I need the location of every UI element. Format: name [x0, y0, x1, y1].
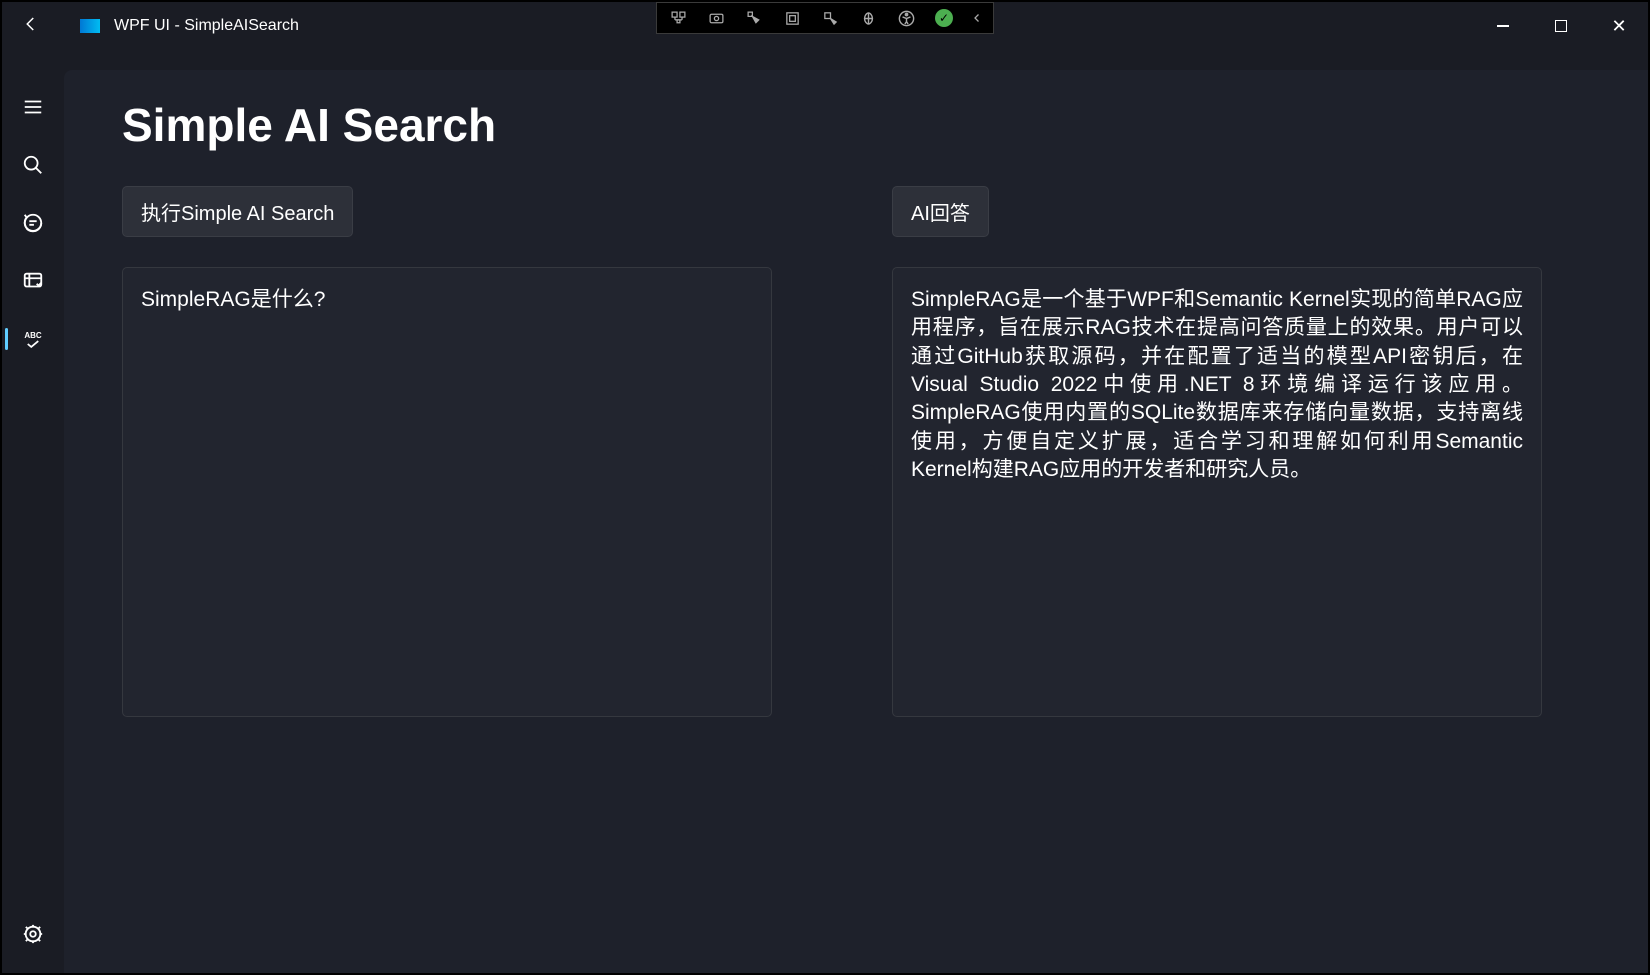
sidebar-settings[interactable] — [2, 905, 64, 963]
execute-search-button[interactable]: 执行Simple AI Search — [122, 186, 353, 237]
back-button[interactable] — [22, 15, 40, 38]
select-element-icon[interactable] — [735, 4, 773, 32]
check-icon[interactable]: ✓ — [925, 4, 963, 32]
collapse-icon[interactable] — [963, 4, 991, 32]
track-focus-icon[interactable] — [811, 4, 849, 32]
display-layout-icon[interactable] — [773, 4, 811, 32]
ai-answer-button[interactable]: AI回答 — [892, 186, 989, 237]
search-input[interactable]: SimpleRAG是什么? — [122, 267, 772, 717]
maximize-button[interactable] — [1532, 2, 1590, 50]
window-controls: ✕ — [1474, 2, 1648, 50]
xaml-binding-icon[interactable] — [849, 4, 887, 32]
sidebar-data[interactable] — [2, 252, 64, 310]
content-area: Simple AI Search 执行Simple AI Search Simp… — [64, 70, 1648, 973]
app-icon — [80, 19, 100, 33]
accessibility-icon[interactable] — [887, 4, 925, 32]
hot-reload-icon[interactable] — [697, 4, 735, 32]
minimize-button[interactable] — [1474, 2, 1532, 50]
title-bar: WPF UI - SimpleAISearch — [2, 2, 1648, 50]
sidebar-abc-check[interactable]: ABC — [2, 310, 64, 368]
close-button[interactable]: ✕ — [1590, 2, 1648, 50]
sidebar: ABC — [2, 50, 64, 973]
sidebar-chat[interactable] — [2, 194, 64, 252]
answer-output: SimpleRAG是一个基于WPF和Semantic Kernel实现的简单RA… — [892, 267, 1542, 717]
live-visual-tree-icon[interactable] — [659, 4, 697, 32]
sidebar-search[interactable] — [2, 136, 64, 194]
sidebar-hamburger[interactable] — [2, 78, 64, 136]
window-title: WPF UI - SimpleAISearch — [114, 17, 299, 35]
debug-toolbar: ✓ — [656, 2, 994, 34]
page-title: Simple AI Search — [122, 98, 1590, 152]
